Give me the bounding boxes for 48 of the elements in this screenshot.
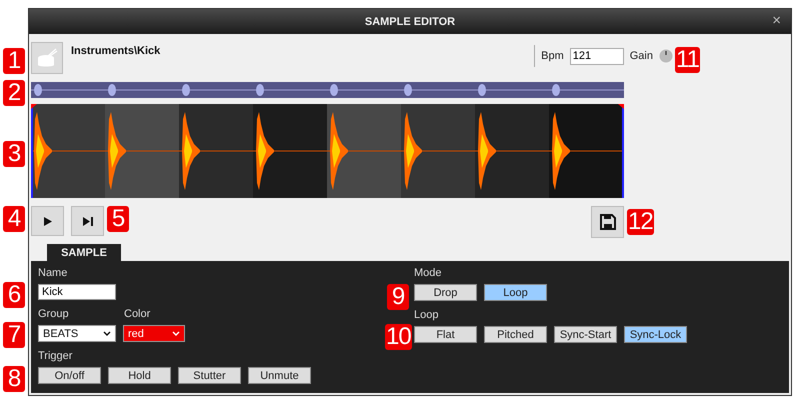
skip-icon — [82, 216, 92, 226]
field-label: Name — [38, 267, 68, 280]
callout-badge: 7 — [3, 322, 25, 348]
tab[interactable]: SAMPLE — [47, 244, 121, 261]
play-icon — [44, 216, 52, 226]
bpm-label: Bpm — [541, 50, 564, 62]
play-button[interactable] — [31, 206, 64, 236]
instrument-path: Instruments\Kick — [71, 45, 160, 57]
trigger-button[interactable]: Unmute — [248, 367, 311, 384]
callout-badge: 5 — [107, 206, 129, 232]
field-label: Group — [38, 308, 70, 321]
mode-button[interactable]: Loop — [484, 284, 547, 301]
gain-knob[interactable] — [659, 49, 673, 63]
close-button[interactable]: × — [772, 13, 781, 29]
caret-icon — [172, 330, 180, 336]
drum-icon — [36, 47, 58, 69]
callout-badge: 4 — [3, 206, 25, 232]
group-dropdown[interactable]: BEATS — [38, 325, 116, 342]
window-title: SAMPLE EDITOR — [364, 16, 456, 28]
callout-badge: 12 — [627, 209, 654, 235]
callout-badge: 6 — [3, 282, 25, 308]
loop-type-button[interactable]: Flat — [414, 326, 477, 343]
bpm-field[interactable]: 121 — [570, 48, 624, 64]
caret-icon — [103, 330, 111, 336]
gain-label: Gain — [630, 50, 653, 62]
field-label: Color — [124, 308, 150, 321]
name-field[interactable]: Kick — [38, 284, 116, 300]
mode-button[interactable]: Drop — [414, 284, 477, 301]
loop-type-button[interactable]: Sync-Start — [554, 326, 617, 343]
callout-badge: 9 — [387, 284, 409, 310]
trigger-button[interactable]: Hold — [108, 367, 171, 384]
callout-badge: 11 — [675, 47, 700, 73]
field-label: Mode — [414, 267, 443, 280]
callout-badge: 1 — [3, 48, 25, 74]
save-icon — [600, 214, 616, 230]
callout-badge: 10 — [385, 324, 412, 350]
loop-type-button[interactable]: Sync-Lock — [624, 326, 687, 343]
callout-badge: 2 — [3, 80, 25, 106]
save-button[interactable] — [591, 206, 624, 238]
color-dropdown[interactable]: red — [123, 325, 185, 342]
trigger-button[interactable]: Stutter — [178, 367, 241, 384]
field-label: Trigger — [38, 350, 74, 363]
field-label: Loop — [414, 309, 440, 322]
callout-badge: 3 — [3, 141, 25, 167]
loop-type-button[interactable]: Pitched — [484, 326, 547, 343]
callout-badge: 8 — [3, 366, 25, 392]
skip-button[interactable] — [71, 206, 104, 236]
trigger-button[interactable]: On/off — [38, 367, 101, 384]
